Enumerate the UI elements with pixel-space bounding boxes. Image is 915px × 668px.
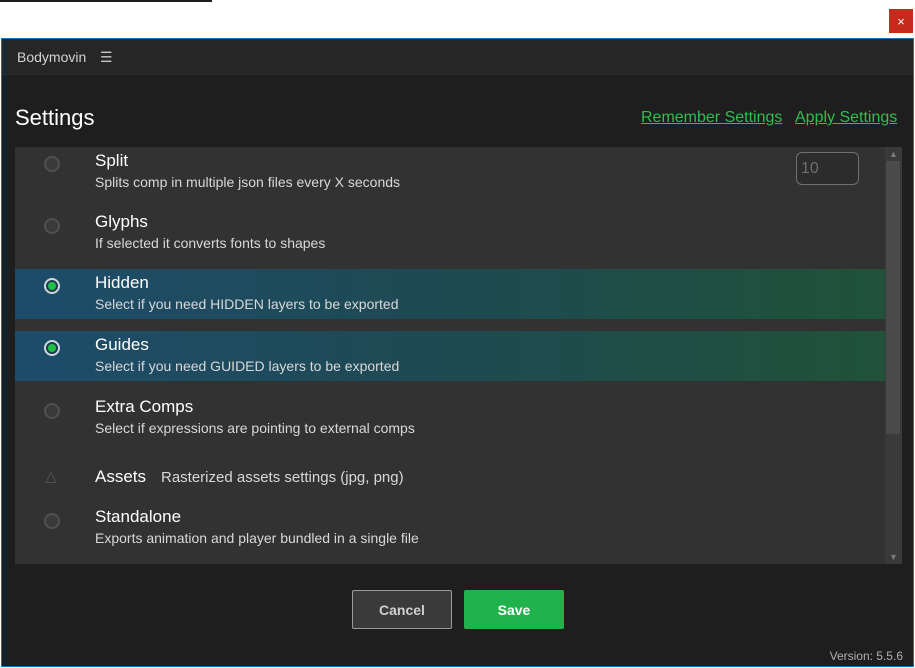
page-title: Settings — [15, 105, 95, 130]
option-title: Assets — [95, 467, 147, 486]
triangle-icon[interactable]: △ — [42, 469, 60, 485]
scroll-thumb[interactable] — [886, 161, 900, 434]
option-description: Select if expressions are pointing to ex… — [95, 420, 415, 436]
os-top-bar: × — [0, 0, 915, 38]
tab-indicator — [0, 0, 212, 2]
option-description: Exports animation and player bundled in … — [95, 530, 419, 546]
option-guides[interactable]: Guides Select if you need GUIDED layers … — [15, 331, 885, 381]
version-label: Version: 5.5.6 — [829, 649, 903, 663]
option-title: Extra Comps — [95, 397, 194, 416]
close-icon: × — [897, 13, 905, 29]
option-description: Select if you need GUIDED layers to be e… — [95, 358, 400, 374]
remember-settings-link[interactable]: Remember Settings — [641, 109, 782, 127]
list-scrollbar[interactable]: ▲ ▼ — [885, 147, 902, 564]
apply-settings-link[interactable]: Apply Settings — [795, 109, 897, 127]
option-description: Select if you need HIDDEN layers to be e… — [95, 296, 399, 312]
settings-list: Split Splits comp in multiple json files… — [15, 147, 885, 564]
option-description: If selected it converts fonts to shapes — [95, 235, 326, 251]
extra-comps-radio-icon[interactable] — [44, 403, 60, 419]
option-glyphs[interactable]: Glyphs If selected it converts fonts to … — [15, 208, 885, 258]
option-split[interactable]: Split Splits comp in multiple json files… — [15, 147, 885, 197]
standalone-radio-icon[interactable] — [44, 513, 60, 529]
option-title: Standalone — [95, 507, 182, 526]
option-extra-comps[interactable]: Extra Comps Select if expressions are po… — [15, 392, 885, 442]
option-title: Hidden — [95, 273, 149, 292]
option-title: Split — [95, 151, 129, 170]
option-assets[interactable]: △ Assets Rasterized assets settings (jpg… — [15, 457, 885, 507]
app-title: Bodymovin — [17, 49, 87, 65]
split-seconds-input[interactable] — [796, 152, 859, 185]
option-title: Guides — [95, 335, 149, 354]
option-standalone[interactable]: Standalone Exports animation and player … — [15, 507, 885, 557]
scroll-down-icon[interactable]: ▼ — [885, 550, 902, 564]
option-hidden[interactable]: Hidden Select if you need HIDDEN layers … — [15, 269, 885, 319]
option-title: Glyphs — [95, 212, 148, 231]
scroll-up-icon[interactable]: ▲ — [885, 147, 902, 161]
hidden-radio-icon[interactable] — [44, 278, 60, 294]
glyphs-radio-icon[interactable] — [44, 218, 60, 234]
hamburger-menu-icon[interactable]: ☰ — [100, 49, 113, 66]
guides-radio-icon[interactable] — [44, 340, 60, 356]
split-radio-icon[interactable] — [44, 156, 60, 172]
save-button[interactable]: Save — [464, 590, 564, 629]
panel-titlebar: Bodymovin ☰ — [2, 39, 913, 75]
cancel-button[interactable]: Cancel — [352, 590, 452, 629]
bodymovin-window: Bodymovin ☰ Settings Remember Settings A… — [1, 38, 914, 667]
option-description: Splits comp in multiple json files every… — [95, 174, 401, 190]
option-description: Rasterized assets settings (jpg, png) — [161, 469, 404, 486]
close-button[interactable]: × — [889, 9, 913, 33]
